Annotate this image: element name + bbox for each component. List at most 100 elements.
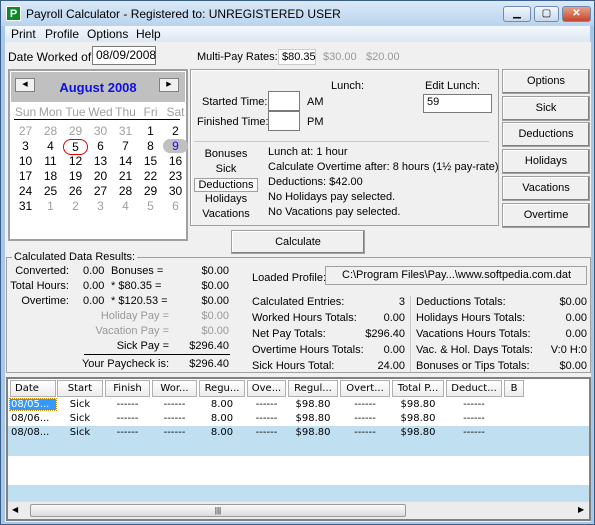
menu-options[interactable]: Options <box>87 27 128 41</box>
column-header[interactable]: B <box>504 380 524 397</box>
date-worked-input[interactable]: 08/09/2008 <box>92 46 156 65</box>
next-month-icon[interactable]: ▶ <box>159 78 179 92</box>
calendar-day[interactable]: 6 <box>88 139 113 153</box>
calendar-day[interactable]: 11 <box>38 154 63 168</box>
vacations-button[interactable]: Vacations <box>502 176 590 201</box>
calendar-day[interactable]: 25 <box>38 184 63 198</box>
minimize-icon[interactable]: ▁ <box>503 6 531 22</box>
holidays-button[interactable]: Holidays <box>502 149 590 174</box>
finished-time-label: Finished Time: <box>197 116 269 128</box>
table-cell: ------ <box>354 399 376 410</box>
calendar-day[interactable]: 4 <box>113 199 138 213</box>
menu-print[interactable]: Print <box>11 27 36 41</box>
calendar-day[interactable]: 29 <box>138 184 163 198</box>
calendar-day[interactable]: 15 <box>138 154 163 168</box>
column-header[interactable]: Regu... <box>199 380 245 397</box>
overtime-operator: * $120.53 = <box>111 295 168 307</box>
column-header[interactable]: Date <box>10 380 56 397</box>
table-cell: $98.80 <box>400 427 436 438</box>
category-bonuses[interactable]: Bonuses <box>196 148 256 160</box>
table-cell: ------ <box>255 427 278 438</box>
calendar-day[interactable]: 30 <box>88 124 113 138</box>
column-header[interactable]: Wor... <box>152 380 197 397</box>
calendar-day[interactable]: 31 <box>113 124 138 138</box>
deductions-button[interactable]: Deductions <box>502 122 590 147</box>
calendar-day[interactable]: 31 <box>13 199 38 213</box>
calendar-day[interactable]: 1 <box>38 199 63 213</box>
table-cell: ------ <box>354 413 376 424</box>
column-header[interactable]: Overt... <box>340 380 390 397</box>
calendar-day[interactable]: 3 <box>13 139 38 153</box>
calendar-day[interactable]: 14 <box>113 154 138 168</box>
scroll-left-icon[interactable]: ◀ <box>12 505 18 514</box>
column-header[interactable]: Total P... <box>392 380 444 397</box>
category-holidays[interactable]: Holidays <box>196 193 256 205</box>
column-header[interactable]: Regul... <box>288 380 338 397</box>
calendar: ◀ August 2008 ▶ Sun Mon Tue Wed Thu Fri Sat 27… <box>8 69 188 241</box>
calendar-day[interactable]: 13 <box>88 154 113 168</box>
category-sick[interactable]: Sick <box>196 163 256 175</box>
category-vacations[interactable]: Vacations <box>196 208 256 220</box>
close-icon[interactable]: ✕ <box>562 6 591 22</box>
multi-pay-label: Multi-Pay Rates: <box>197 51 278 63</box>
calendar-day[interactable]: 8 <box>138 139 163 153</box>
scrollbar-thumb[interactable]: ||| <box>30 504 406 517</box>
total-value: 0.00 <box>383 344 405 356</box>
menu-profile[interactable]: Profile <box>45 27 79 41</box>
calendar-day[interactable]: 4 <box>38 139 63 153</box>
table-cell: Sick <box>69 413 91 424</box>
scroll-right-icon[interactable]: ▶ <box>578 505 584 514</box>
sick-button[interactable]: Sick <box>502 96 590 121</box>
calendar-day[interactable]: 3 <box>88 199 113 213</box>
options-button[interactable]: Options <box>502 69 590 94</box>
calendar-day[interactable]: 10 <box>13 154 38 168</box>
calendar-day[interactable]: 19 <box>63 169 88 183</box>
calendar-day[interactable]: 18 <box>38 169 63 183</box>
started-time-input[interactable] <box>268 91 300 111</box>
category-deductions[interactable]: Deductions <box>194 178 258 192</box>
calendar-header: ◀ August 2008 ▶ <box>11 72 185 102</box>
sick-pay-label: Sick Pay = <box>116 340 169 352</box>
calendar-day-selected[interactable]: 9 <box>163 139 188 153</box>
overtime-value: 0.00 <box>83 295 105 307</box>
calendar-day[interactable]: 20 <box>88 169 113 183</box>
finished-time-input[interactable] <box>268 111 300 131</box>
calendar-day[interactable]: 27 <box>13 124 38 138</box>
table-cell: ------ <box>463 399 485 410</box>
total-value: 0.00 <box>565 328 587 340</box>
column-header[interactable]: Ove... <box>247 380 286 397</box>
calendar-day[interactable]: 12 <box>63 154 88 168</box>
calendar-day[interactable]: 1 <box>138 124 163 138</box>
maximize-icon[interactable]: ▢ <box>534 6 559 22</box>
calendar-day[interactable]: 16 <box>163 154 188 168</box>
pay-rate-1[interactable]: $80.35 <box>278 49 316 65</box>
column-header[interactable]: Finish <box>105 380 150 397</box>
calendar-day[interactable]: 29 <box>63 124 88 138</box>
overtime-button[interactable]: Overtime <box>502 203 590 228</box>
menu-bar: Print Profile Options Help <box>5 26 590 42</box>
calendar-day[interactable]: 30 <box>163 184 188 198</box>
calendar-day[interactable]: 21 <box>113 169 138 183</box>
calendar-day[interactable]: 5 <box>138 199 163 213</box>
calendar-day[interactable]: 2 <box>163 124 188 138</box>
calendar-day[interactable]: 23 <box>163 169 188 183</box>
menu-help[interactable]: Help <box>136 27 161 41</box>
total-value: 0.00 <box>383 312 405 324</box>
column-header[interactable]: Start <box>57 380 103 397</box>
calendar-day[interactable]: 7 <box>113 139 138 153</box>
calendar-day[interactable]: 24 <box>13 184 38 198</box>
calendar-day[interactable]: 28 <box>38 124 63 138</box>
column-header[interactable]: Deduct... <box>446 380 502 397</box>
calendar-day[interactable]: 2 <box>63 199 88 213</box>
calendar-day[interactable]: 6 <box>163 199 188 213</box>
edit-lunch-input[interactable]: 59 <box>423 94 492 113</box>
calendar-day[interactable]: 17 <box>13 169 38 183</box>
calendar-day[interactable]: 27 <box>88 184 113 198</box>
pay-rate-3[interactable]: $20.00 <box>366 51 400 63</box>
calendar-day[interactable]: 22 <box>138 169 163 183</box>
calendar-day[interactable]: 28 <box>113 184 138 198</box>
calendar-day[interactable]: 26 <box>63 184 88 198</box>
pay-rate-2[interactable]: $30.00 <box>323 51 357 63</box>
horizontal-scrollbar[interactable]: ◀ ||| ▶ <box>8 501 589 519</box>
calendar-day-today[interactable]: 5 <box>63 139 88 155</box>
